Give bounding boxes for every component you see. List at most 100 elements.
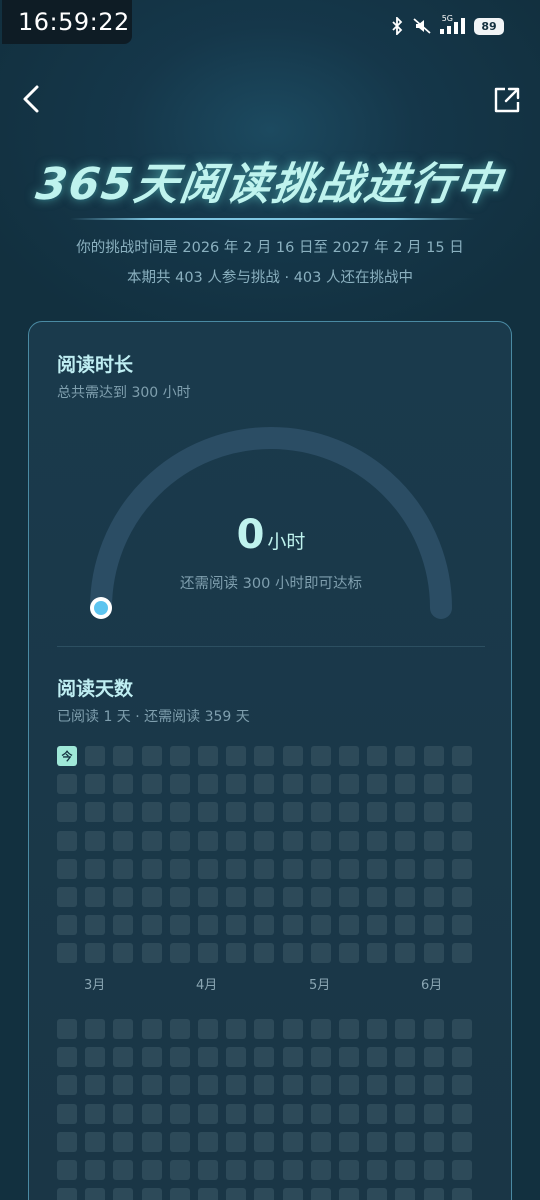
day-cell [57, 1075, 77, 1096]
day-cell [169, 915, 190, 936]
day-cell [310, 1047, 331, 1068]
day-cell [395, 943, 416, 964]
day-cell [367, 774, 388, 795]
day-cell [282, 1188, 303, 1200]
day-cell [198, 1103, 218, 1124]
day-cell [198, 1188, 218, 1200]
day-cell [254, 746, 275, 766]
day-cell [395, 1047, 416, 1068]
day-cell [423, 1103, 444, 1124]
day-cell [310, 1103, 331, 1124]
day-cell [423, 858, 444, 879]
day-cell [198, 1019, 218, 1039]
day-cell [451, 746, 472, 766]
day-cell [451, 915, 472, 936]
day-cell [141, 1188, 162, 1200]
day-cell [57, 1019, 77, 1039]
share-button[interactable] [492, 85, 522, 115]
day-cell [282, 746, 303, 766]
day-cell [367, 1047, 388, 1068]
day-cell [423, 830, 444, 851]
day-cell [339, 746, 359, 766]
day-cell [254, 1047, 275, 1068]
day-cell [57, 915, 77, 936]
day-cell [57, 1047, 77, 1068]
day-cell [57, 1131, 77, 1152]
day-cell [226, 774, 247, 795]
day-cell [141, 1103, 162, 1124]
day-cell [339, 802, 359, 823]
day-cell [339, 1160, 359, 1180]
day-cell [85, 802, 106, 823]
day-cell [85, 774, 106, 795]
day-cell [169, 802, 190, 823]
app-root: 16:59:22 5G 89 365天阅读挑战进行中 你的挑战时间是 2026 … [0, 0, 540, 1200]
day-cell [198, 1160, 218, 1180]
day-cell [198, 1131, 218, 1152]
day-cell [310, 746, 331, 766]
day-cell [451, 1019, 472, 1039]
day-cell [113, 943, 134, 964]
day-cell [423, 1131, 444, 1152]
day-cell [423, 1019, 444, 1039]
day-cell [169, 1103, 190, 1124]
day-cell [367, 858, 388, 879]
day-cell [451, 774, 472, 795]
day-cell [367, 746, 388, 766]
day-cell [339, 830, 359, 851]
day-cell [310, 802, 331, 823]
day-cell [339, 1188, 359, 1200]
month-label: 3月 [84, 978, 106, 993]
day-cell [85, 1019, 106, 1039]
day-cell [198, 858, 218, 879]
back-button[interactable] [18, 84, 48, 114]
day-cell [254, 887, 275, 907]
day-cell [367, 1019, 388, 1039]
day-cell [85, 943, 106, 964]
day-cell [141, 830, 162, 851]
day-cell [226, 1047, 247, 1068]
day-cell [113, 774, 134, 795]
status-time: 16:59:22 [18, 8, 130, 36]
day-cell [367, 1103, 388, 1124]
day-cell [339, 1047, 359, 1068]
day-cell [85, 830, 106, 851]
day-cell [226, 802, 247, 823]
day-cell [451, 1103, 472, 1124]
reading-days-subtitle: 已阅读 1 天 · 还需阅读 359 天 [57, 709, 250, 725]
gauge-progress-dot-inner [94, 601, 108, 615]
day-cell [198, 802, 218, 823]
day-cell [113, 1131, 134, 1152]
day-cell [141, 915, 162, 936]
day-cell [282, 1160, 303, 1180]
day-cell [254, 915, 275, 936]
status-time-box: 16:59:22 [2, 0, 132, 44]
day-cell [395, 830, 416, 851]
day-cell [282, 774, 303, 795]
day-cell [141, 887, 162, 907]
day-cell [226, 830, 247, 851]
day-cell [395, 1160, 416, 1180]
day-cell [169, 1160, 190, 1180]
day-cell [141, 1047, 162, 1068]
day-cell [141, 943, 162, 964]
day-cell [254, 1019, 275, 1039]
day-cell [310, 1075, 331, 1096]
day-cell [113, 1047, 134, 1068]
day-cell [57, 887, 77, 907]
day-cell [423, 915, 444, 936]
day-cell [254, 830, 275, 851]
day-cell [169, 830, 190, 851]
day-cell [226, 1019, 247, 1039]
day-cell [169, 858, 190, 879]
day-cell [254, 1160, 275, 1180]
day-cell [85, 1047, 106, 1068]
challenge-card: 阅读时长 总共需达到 300 小时 0 小时 还需阅读 300 小时即可达标 阅读… [28, 321, 512, 1200]
day-cell [451, 830, 472, 851]
day-cell [367, 1075, 388, 1096]
day-cell [57, 774, 77, 795]
day-cell [113, 746, 134, 766]
day-cell [169, 746, 190, 766]
day-cell [282, 1047, 303, 1068]
day-cell [57, 858, 77, 879]
